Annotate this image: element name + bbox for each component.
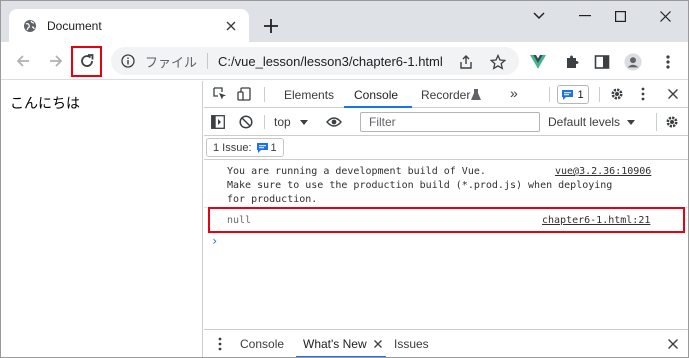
issue-message-icon [256, 142, 268, 153]
console-settings-gear-icon[interactable] [664, 114, 680, 130]
maximize-button[interactable] [597, 1, 643, 31]
issues-bar: 1 Issue: 1 [204, 136, 688, 160]
close-window-button[interactable] [642, 1, 688, 31]
browser-toolbar: ファイル C:/vue_lesson/lesson3/chapter6-1.ht… [1, 42, 688, 80]
url-text[interactable]: C:/vue_lesson/lesson3/chapter6-1.html [218, 54, 443, 69]
issues-button-count: 1 [270, 141, 277, 154]
tab-divider [599, 87, 600, 102]
filter-divider [656, 113, 657, 131]
bookmark-star-icon[interactable] [490, 54, 506, 70]
devtools-drawer: Console What's New Issues [204, 329, 688, 357]
tab-elements[interactable]: Elements [284, 88, 334, 102]
customize-kebab-icon[interactable] [635, 86, 651, 102]
inspect-element-icon[interactable] [212, 86, 228, 102]
live-expression-eye-icon[interactable] [326, 114, 342, 130]
omnibox-divider [207, 53, 209, 69]
scheme-label: ファイル [145, 54, 198, 70]
device-toolbar-icon[interactable] [237, 86, 253, 102]
filter-input[interactable]: Filter [360, 112, 540, 132]
devtools-tab-bar: Elements Console Recorder » 1 [204, 81, 688, 108]
tab-recorder[interactable]: Recorder [421, 88, 470, 102]
drawer-tab-close-icon[interactable] [370, 336, 386, 352]
tab-search-chevron-icon[interactable] [516, 1, 562, 31]
globe-icon [23, 19, 37, 33]
reload-highlight-box [71, 46, 102, 77]
tab-document[interactable]: Document [9, 9, 249, 42]
tab-console[interactable]: Console [354, 88, 398, 102]
page-greeting-text: こんにちは [10, 95, 80, 111]
levels-dropdown-icon [627, 120, 636, 125]
side-panel-icon[interactable] [593, 53, 611, 71]
browser-window: Document ファイル C:/vue_lesson/lesson3/chap… [0, 0, 689, 358]
tab-divider [264, 87, 265, 102]
tab-strip: Document [1, 1, 688, 42]
console-message-line: Make sure to use the production build (*… [227, 180, 613, 191]
console-message-line: for production. [227, 194, 318, 205]
devtools-panel: Elements Console Recorder » 1 top Filter… [204, 81, 688, 357]
close-devtools-icon[interactable] [665, 86, 681, 102]
vue-devtools-extension-icon[interactable] [529, 53, 547, 71]
drawer-tab-whats-new[interactable]: What's New [303, 337, 367, 351]
new-tab-button[interactable] [259, 14, 283, 38]
null-highlight-box [208, 207, 685, 233]
issues-button-label: 1 Issue: [213, 141, 252, 154]
profile-avatar-icon[interactable] [624, 53, 642, 71]
settings-gear-icon[interactable] [609, 86, 625, 102]
console-message-line: You are running a development build of V… [227, 166, 486, 177]
context-selector[interactable]: top [274, 115, 291, 129]
console-filter-bar: top Filter Default levels [204, 108, 688, 136]
log-levels-label: Default levels [548, 115, 621, 129]
context-dropdown-icon[interactable] [296, 115, 312, 131]
clear-console-icon[interactable] [238, 114, 254, 130]
console-prompt[interactable]: › [211, 234, 218, 248]
share-icon[interactable] [458, 54, 474, 70]
issues-badge[interactable]: 1 [557, 85, 589, 104]
console-message-vue: You are running a development build of V… [204, 161, 688, 208]
menu-kebab-icon[interactable] [659, 53, 677, 71]
drawer-tab-console[interactable]: Console [240, 337, 284, 351]
forward-button[interactable] [43, 48, 69, 74]
filter-divider [264, 115, 265, 129]
info-icon[interactable] [121, 54, 135, 68]
back-button[interactable] [10, 48, 36, 74]
issues-button[interactable]: 1 Issue: 1 [206, 138, 284, 157]
tab-close-icon[interactable] [223, 18, 239, 34]
more-tabs-chevron-icon[interactable]: » [510, 85, 518, 101]
source-link[interactable]: vue@3.2.36:10906 [555, 166, 651, 177]
issues-badge-count: 1 [577, 88, 584, 101]
flask-icon [468, 87, 484, 103]
drawer-kebab-icon[interactable] [212, 336, 228, 352]
close-drawer-icon[interactable] [665, 336, 681, 352]
console-sidebar-toggle-icon[interactable] [210, 114, 226, 130]
drawer-tab-issues[interactable]: Issues [394, 337, 429, 351]
extensions-puzzle-icon[interactable] [563, 53, 581, 71]
page-viewport: こんにちは [1, 81, 203, 357]
tab-title: Document [47, 18, 102, 33]
tab-divider [549, 87, 550, 102]
log-levels-dropdown[interactable]: Default levels [548, 115, 636, 129]
